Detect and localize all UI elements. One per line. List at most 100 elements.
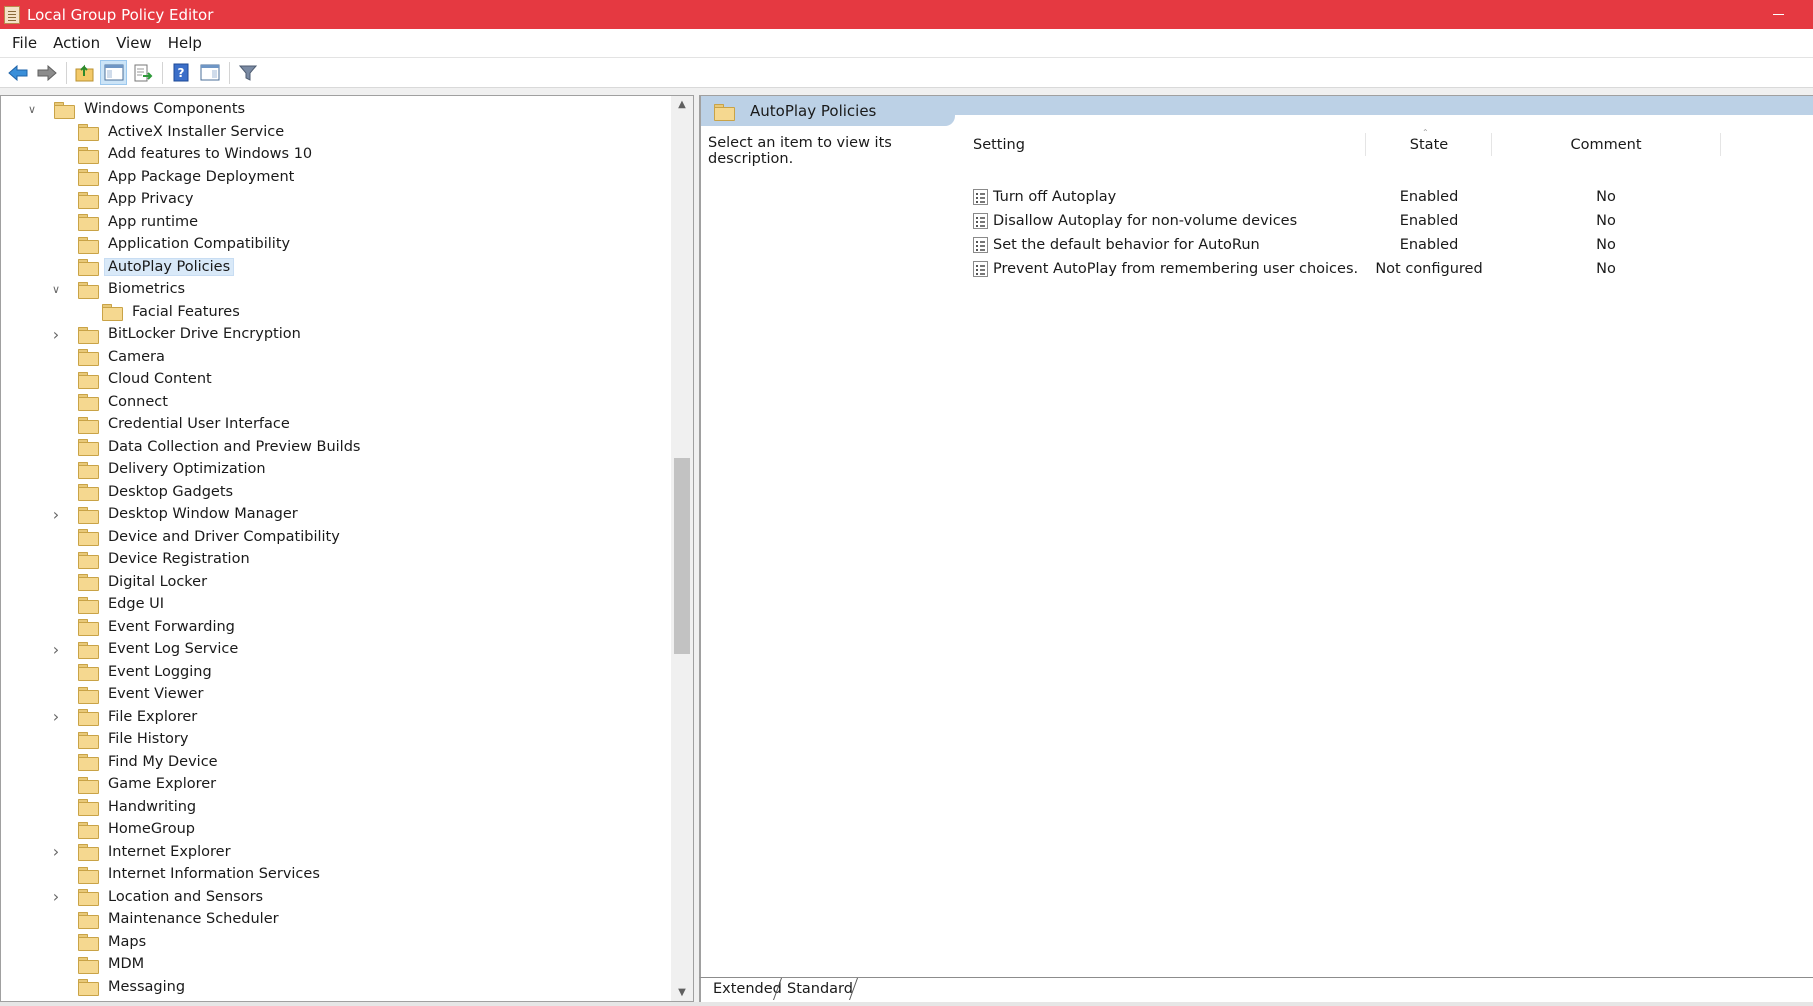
list-row[interactable]: Set the default behavior for AutoRun Enab…	[960, 233, 1813, 257]
tree-item[interactable]: Application Compatibility	[78, 233, 294, 255]
tree-item[interactable]: ActiveX Installer Service	[78, 121, 288, 143]
folder-icon	[78, 754, 99, 771]
up-one-level-button[interactable]	[71, 60, 98, 85]
tree-item[interactable]: Edge UI	[78, 593, 168, 615]
scroll-down-button[interactable]: ▼	[671, 984, 693, 1001]
folder-icon	[78, 214, 99, 231]
tree-item[interactable]: › BitLocker Drive Encryption	[53, 323, 305, 345]
tree-item-label: App Package Deployment	[108, 168, 295, 185]
export-list-button[interactable]	[129, 60, 156, 85]
chevron-right-icon[interactable]: ›	[48, 887, 64, 906]
chevron-right-icon[interactable]: ›	[48, 707, 64, 726]
svg-text:?: ?	[177, 66, 184, 80]
chevron-right-icon[interactable]: ›	[48, 842, 64, 861]
tree-item[interactable]: ∨ Biometrics	[52, 278, 189, 300]
minimize-button[interactable]	[1763, 6, 1793, 22]
menu-help[interactable]: Help	[160, 31, 210, 55]
tree-item[interactable]: HomeGroup	[78, 818, 199, 840]
tree-item-label: File History	[108, 731, 189, 747]
column-divider[interactable]	[1365, 133, 1366, 156]
list-row[interactable]: Disallow Autoplay for non-volume devices…	[960, 209, 1813, 233]
column-divider[interactable]	[1720, 133, 1721, 156]
tree-vertical-scrollbar[interactable]: ▲ ▼	[671, 96, 693, 1001]
tree-item[interactable]: Messaging	[78, 976, 189, 998]
folder-icon	[78, 506, 99, 524]
forward-button[interactable]	[33, 60, 60, 85]
tab-standard[interactable]: Standard	[783, 978, 857, 1000]
tree-item[interactable]: Credential User Interface	[78, 413, 294, 435]
folder-icon	[78, 484, 99, 501]
folder-icon	[78, 641, 99, 659]
show-hide-action-pane-button[interactable]	[196, 60, 223, 85]
tree-item[interactable]: MDM	[78, 953, 148, 975]
tree-item[interactable]: Maps	[78, 931, 150, 953]
tree-item-label: ActiveX Installer Service	[108, 123, 285, 140]
tree-item[interactable]: App Privacy	[78, 188, 197, 210]
menu-action[interactable]: Action	[45, 31, 108, 55]
folder-icon	[78, 529, 99, 546]
tree-item[interactable]: File History	[78, 728, 192, 750]
folder-icon	[78, 169, 99, 186]
back-button[interactable]	[4, 60, 31, 85]
tree-item-label: Internet Explorer	[108, 843, 231, 860]
tree-item[interactable]: AutoPlay Policies	[78, 256, 235, 278]
folder-icon	[78, 439, 99, 456]
column-header-setting[interactable]: Setting	[973, 126, 1025, 156]
column-divider[interactable]	[1491, 133, 1492, 156]
tree-item[interactable]: Facial Features	[102, 301, 244, 323]
tree-item[interactable]: Data Collection and Preview Builds	[78, 436, 364, 458]
tree-item[interactable]: Maintenance Scheduler	[78, 908, 283, 930]
details-pane: AutoPlay Policies Select an item to view…	[699, 95, 1813, 977]
tree-item[interactable]: Find My Device	[78, 751, 222, 773]
tree-item-label: BitLocker Drive Encryption	[108, 326, 301, 342]
filter-icon	[238, 65, 257, 81]
filter-button[interactable]	[234, 60, 261, 85]
tree-item[interactable]: › Internet Explorer	[53, 841, 235, 863]
tree-item[interactable]: Event Forwarding	[78, 616, 239, 638]
chevron-right-icon[interactable]: ›	[48, 325, 64, 344]
tree-item[interactable]: Cloud Content	[78, 368, 216, 390]
folder-icon	[78, 866, 99, 884]
chevron-right-icon[interactable]: ›	[48, 505, 64, 524]
scroll-up-button[interactable]: ▲	[671, 96, 693, 113]
chevron-right-icon[interactable]: ›	[48, 640, 64, 659]
tree-item[interactable]: App runtime	[78, 211, 202, 233]
chevron-down-icon[interactable]: ∨	[48, 281, 64, 297]
tree-item[interactable]: Add features to Windows 10	[78, 143, 316, 165]
help-button[interactable]: ?	[167, 60, 194, 85]
tree-item[interactable]: App Package Deployment	[78, 166, 298, 188]
tree-item[interactable]: Digital Locker	[78, 571, 211, 593]
tree-item[interactable]: › Desktop Window Manager	[53, 503, 302, 525]
tree-item[interactable]: Event Logging	[78, 661, 216, 683]
tree-item[interactable]: Device Registration	[78, 548, 254, 570]
tree-item[interactable]: › Event Log Service	[53, 638, 242, 660]
chevron-down-icon: ▼	[678, 987, 686, 998]
tree-item[interactable]: Camera	[78, 346, 169, 368]
folder-icon	[78, 236, 99, 254]
toolbar-separator	[162, 61, 163, 84]
tree-item[interactable]: Delivery Optimization	[78, 458, 270, 480]
column-header-state[interactable]: State	[1369, 126, 1489, 156]
show-hide-console-tree-button[interactable]	[100, 60, 127, 85]
tree-item[interactable]: Connect	[78, 391, 172, 413]
tree-item[interactable]: ∨ Windows Components	[28, 98, 249, 120]
chevron-down-icon[interactable]: ∨	[24, 101, 40, 117]
tree-item[interactable]: Handwriting	[78, 796, 200, 818]
tree-item[interactable]: › Location and Sensors	[53, 886, 267, 908]
folder-icon	[78, 979, 99, 996]
tree-item-label: App Privacy	[108, 191, 194, 207]
list-row[interactable]: Turn off Autoplay Enabled No	[960, 185, 1813, 209]
list-row[interactable]: Prevent AutoPlay from remembering user c…	[960, 257, 1813, 281]
scroll-thumb[interactable]	[674, 458, 690, 654]
column-header-comment[interactable]: Comment	[1496, 126, 1716, 156]
menu-view[interactable]: View	[108, 31, 160, 55]
folder-icon	[78, 461, 99, 479]
tree-item[interactable]: Game Explorer	[78, 773, 220, 795]
tree-item[interactable]: Device and Driver Compatibility	[78, 526, 344, 548]
tree-item[interactable]: › File Explorer	[53, 706, 201, 728]
tree-item-label: Data Collection and Preview Builds	[108, 438, 361, 455]
tree-item[interactable]: Desktop Gadgets	[78, 481, 237, 503]
tree-item[interactable]: Internet Information Services	[78, 863, 324, 885]
menu-file[interactable]: File	[4, 31, 45, 55]
tree-item[interactable]: Event Viewer	[78, 683, 207, 705]
